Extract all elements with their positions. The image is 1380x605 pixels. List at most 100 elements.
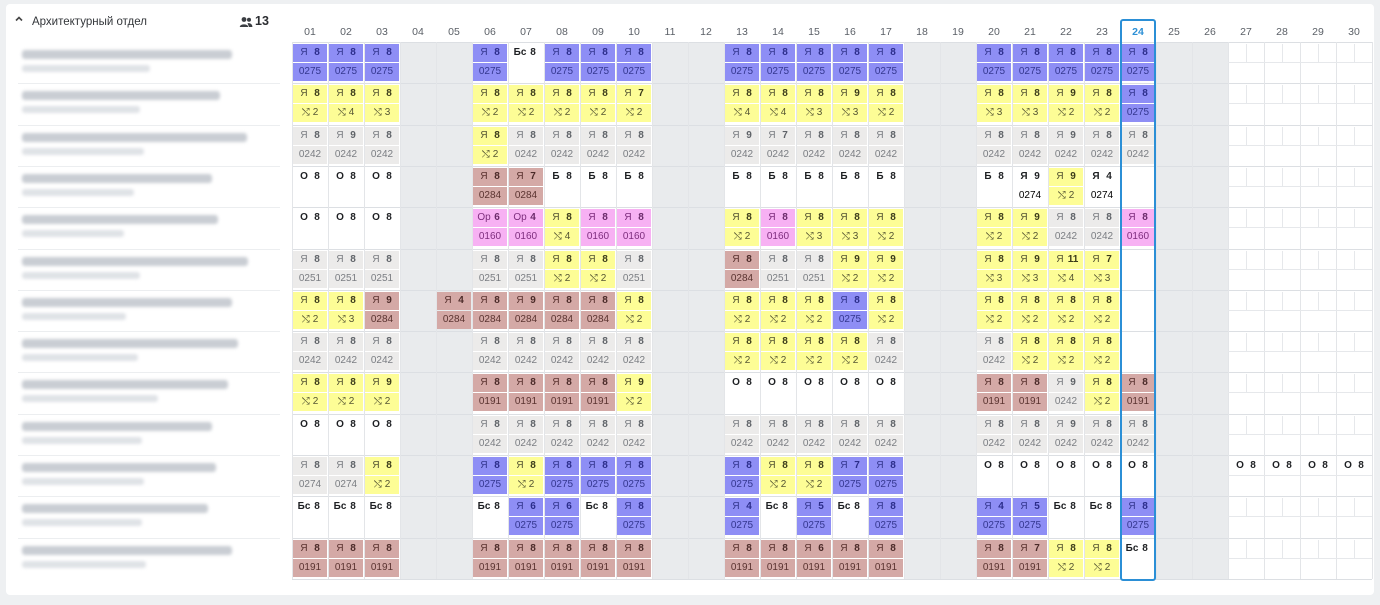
shift-code[interactable]: 0284 bbox=[545, 310, 579, 329]
shift-code[interactable]: 0242 bbox=[473, 352, 507, 371]
shift-swap[interactable]: ⤭ 2 bbox=[977, 310, 1011, 329]
day-header-29[interactable]: 29 bbox=[1300, 26, 1336, 38]
day-header-28[interactable]: 28 bbox=[1264, 26, 1300, 38]
shift-cell[interactable]: О8 bbox=[365, 209, 399, 228]
shift-cell[interactable]: Я8 bbox=[977, 85, 1011, 104]
shift-swap[interactable]: ⤭ 2 bbox=[545, 104, 579, 123]
shift-code[interactable]: 0160 bbox=[581, 228, 615, 247]
shift-code[interactable]: 0242 bbox=[581, 145, 615, 164]
shift-swap[interactable]: ⤭ 2 bbox=[725, 228, 759, 247]
shift-cell[interactable]: Я8 bbox=[1085, 209, 1119, 228]
shift-code[interactable]: 0284 bbox=[509, 186, 543, 205]
shift-swap[interactable]: ⤭ 2 bbox=[545, 269, 579, 288]
shift-cell[interactable]: Я8 bbox=[509, 457, 543, 475]
shift-swap[interactable]: ⤭ 2 bbox=[869, 269, 903, 288]
shift-cell[interactable]: Я8 bbox=[1085, 539, 1119, 558]
shift-code[interactable]: 0191 bbox=[761, 558, 795, 577]
shift-code[interactable]: 0242 bbox=[1049, 393, 1083, 412]
day-header-12[interactable]: 12 bbox=[688, 26, 724, 38]
shift-cell[interactable]: Я 11 bbox=[1049, 250, 1083, 269]
shift-cell[interactable]: Я8 bbox=[761, 457, 795, 475]
shift-cell[interactable]: Я8 bbox=[581, 457, 615, 475]
shift-code[interactable]: 0275 bbox=[617, 476, 651, 494]
employee-name-cell[interactable] bbox=[18, 496, 276, 536]
shift-cell[interactable]: Я8 bbox=[473, 457, 507, 475]
shift-code[interactable]: 0242 bbox=[509, 434, 543, 453]
shift-cell[interactable]: Я8 bbox=[1121, 209, 1155, 228]
shift-code[interactable]: 0242 bbox=[1013, 434, 1047, 453]
shift-cell[interactable]: Б8 bbox=[581, 167, 615, 186]
shift-cell[interactable]: Я8 bbox=[797, 457, 831, 475]
shift-code[interactable]: 0242 bbox=[833, 145, 867, 164]
shift-cell[interactable]: Я8 bbox=[833, 291, 867, 310]
shift-cell[interactable]: О8 bbox=[1049, 457, 1083, 475]
shift-swap[interactable]: ⤭ 2 bbox=[365, 393, 399, 412]
shift-code[interactable]: 0242 bbox=[365, 145, 399, 164]
shift-code[interactable]: 0275 bbox=[1121, 517, 1155, 536]
shift-cell[interactable]: Я9 bbox=[509, 291, 543, 310]
shift-code[interactable]: 0242 bbox=[1049, 228, 1083, 247]
shift-cell[interactable]: Я8 bbox=[833, 209, 867, 228]
shift-swap[interactable]: ⤭ 2 bbox=[1049, 104, 1083, 123]
shift-swap[interactable]: ⤭ 2 bbox=[1049, 558, 1083, 577]
shift-code[interactable]: 0242 bbox=[581, 352, 615, 371]
shift-cell[interactable]: Я8 bbox=[581, 539, 615, 558]
shift-code[interactable]: 0275 bbox=[797, 63, 831, 81]
shift-cell[interactable]: Я8 bbox=[473, 333, 507, 352]
shift-code[interactable]: 0242 bbox=[1085, 145, 1119, 164]
shift-cell[interactable]: Я8 bbox=[581, 333, 615, 352]
shift-code[interactable]: 0242 bbox=[977, 145, 1011, 164]
shift-cell[interactable]: Я8 bbox=[473, 250, 507, 269]
shift-cell[interactable]: Бс 8 bbox=[1085, 498, 1119, 517]
shift-cell[interactable]: Бс 8 bbox=[761, 498, 795, 517]
shift-cell[interactable]: Я8 bbox=[617, 209, 651, 228]
shift-swap[interactable]: ⤭ 2 bbox=[1085, 310, 1119, 329]
shift-code[interactable]: 0191 bbox=[725, 558, 759, 577]
day-header-01[interactable]: 01 bbox=[292, 26, 328, 38]
shift-code[interactable]: 0275 bbox=[1085, 63, 1119, 81]
shift-cell[interactable]: Б8 bbox=[977, 167, 1011, 186]
shift-cell[interactable]: Я9 bbox=[869, 250, 903, 269]
shift-cell[interactable]: Я8 bbox=[797, 333, 831, 352]
employee-name-cell[interactable] bbox=[18, 372, 276, 412]
shift-cell[interactable]: Я8 bbox=[869, 539, 903, 558]
shift-code[interactable]: 0191 bbox=[329, 558, 363, 577]
shift-cell[interactable]: Я8 bbox=[545, 333, 579, 352]
shift-code[interactable]: 0275 bbox=[1121, 63, 1155, 81]
shift-cell[interactable]: Я9 bbox=[833, 250, 867, 269]
shift-cell[interactable]: Бс 8 bbox=[833, 498, 867, 517]
shift-cell[interactable]: Я8 bbox=[761, 539, 795, 558]
shift-swap[interactable]: ⤭ 2 bbox=[329, 393, 363, 412]
shift-code[interactable]: 0191 bbox=[545, 393, 579, 412]
shift-code[interactable]: 0160 bbox=[509, 228, 543, 247]
shift-cell[interactable]: О8 bbox=[1085, 457, 1119, 475]
shift-cell[interactable]: Я7 bbox=[1013, 539, 1047, 558]
shift-code[interactable]: 0191 bbox=[833, 558, 867, 577]
shift-cell[interactable]: О8 bbox=[977, 457, 1011, 475]
employee-name-cell[interactable] bbox=[18, 538, 276, 578]
shift-cell[interactable]: Я8 bbox=[581, 415, 615, 434]
shift-cell[interactable]: Я8 bbox=[509, 85, 543, 104]
shift-code[interactable]: 0284 bbox=[437, 310, 471, 329]
day-header-21[interactable]: 21 bbox=[1012, 26, 1048, 38]
shift-swap[interactable]: ⤭ 4 bbox=[1049, 269, 1083, 288]
shift-cell[interactable]: Я8 bbox=[617, 498, 651, 517]
shift-code[interactable]: 0242 bbox=[869, 434, 903, 453]
shift-code[interactable]: 0191 bbox=[797, 558, 831, 577]
shift-cell[interactable]: Я8 bbox=[473, 85, 507, 104]
shift-code[interactable]: 0275 bbox=[797, 517, 831, 536]
shift-swap[interactable]: ⤭ 2 bbox=[725, 352, 759, 371]
employee-name-cell[interactable] bbox=[18, 249, 276, 289]
shift-code[interactable]: 0242 bbox=[797, 145, 831, 164]
shift-code[interactable]: 0160 bbox=[1121, 228, 1155, 247]
shift-cell[interactable]: Я6 bbox=[509, 498, 543, 517]
shift-cell[interactable]: Я8 bbox=[473, 291, 507, 310]
shift-code[interactable]: 0275 bbox=[725, 517, 759, 536]
shift-swap[interactable]: ⤭ 3 bbox=[365, 104, 399, 123]
day-header-03[interactable]: 03 bbox=[364, 26, 400, 38]
shift-code[interactable]: 0275 bbox=[977, 63, 1011, 81]
employee-name-cell[interactable] bbox=[18, 166, 276, 206]
shift-cell[interactable]: Я4 bbox=[1085, 167, 1119, 186]
shift-code[interactable]: 0191 bbox=[617, 558, 651, 577]
shift-swap[interactable]: ⤭ 3 bbox=[797, 104, 831, 123]
